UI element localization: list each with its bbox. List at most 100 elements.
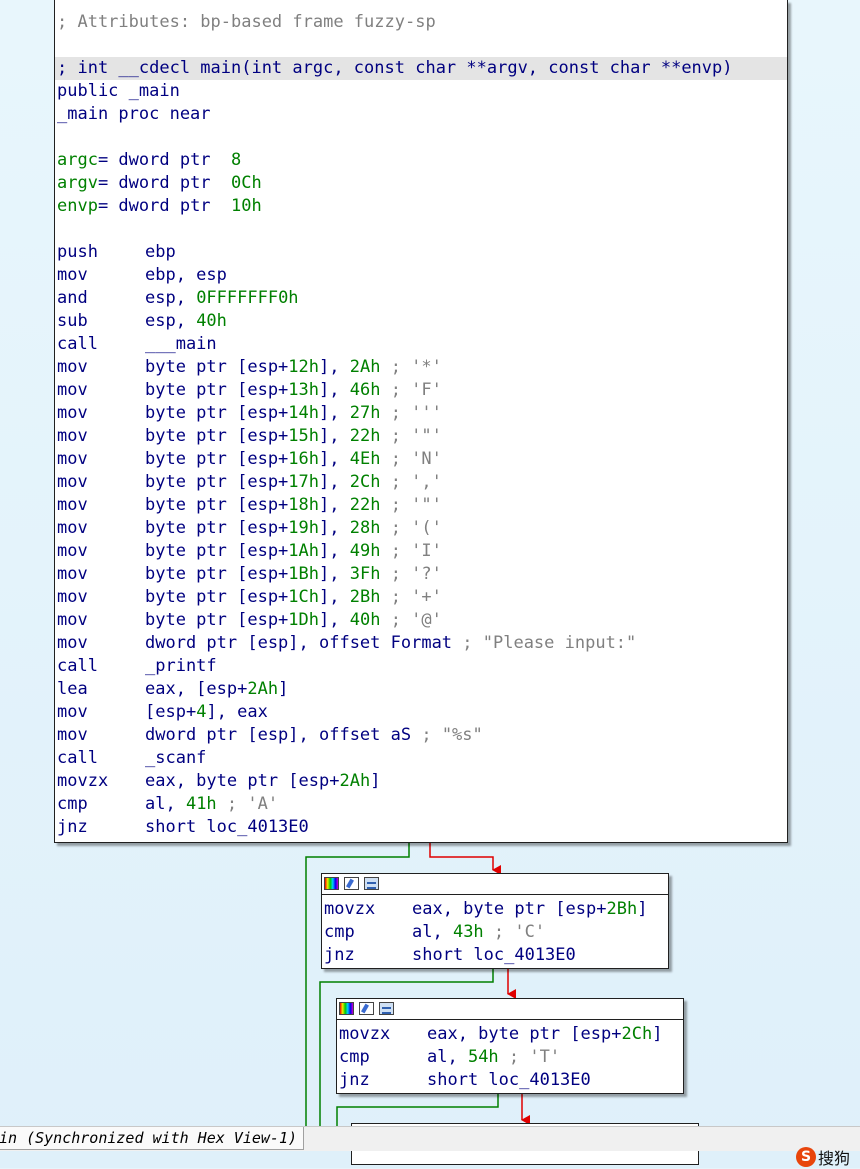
numeric-operand: 27h [349, 403, 381, 423]
instruction-line[interactable]: cmp al, 54h ; 'T' [337, 1046, 683, 1069]
numeric-operand: 4 [196, 702, 207, 722]
instruction-line[interactable]: push ebp [55, 241, 787, 264]
operand: ] [652, 1024, 663, 1044]
operand: byte ptr [esp+ [145, 564, 289, 584]
operand: esp, [145, 311, 197, 331]
instruction-line[interactable]: movzx eax, byte ptr [esp+2Ah] [55, 770, 787, 793]
operand: ], [319, 610, 350, 630]
mnemonic: cmp [324, 922, 355, 942]
basic-block-3[interactable]: movzx eax, byte ptr [esp+2Ch] cmp al, 54h ;… [336, 998, 684, 1094]
instruction-line[interactable]: sub esp, 40h [55, 310, 787, 333]
inline-comment: ; "Please input:" [452, 633, 637, 653]
instruction-line[interactable]: mov byte ptr [esp+17h], 2Ch ; ',' [55, 471, 787, 494]
numeric-operand: 2Bh [606, 899, 638, 919]
inline-comment: ; '(' [380, 518, 442, 538]
instruction-line[interactable]: mov byte ptr [esp+1Bh], 3Fh ; '?' [55, 563, 787, 586]
instruction-line[interactable]: mov byte ptr [esp+1Ah], 49h ; 'I' [55, 540, 787, 563]
instruction-line[interactable]: mov ebp, esp [55, 264, 787, 287]
operand: byte ptr [esp+ [145, 380, 289, 400]
instruction-line[interactable]: mov byte ptr [esp+18h], 22h ; '"' [55, 494, 787, 517]
mnemonic: mov [57, 610, 88, 630]
instruction-line[interactable]: mov [esp+4], eax [55, 701, 787, 724]
mnemonic: jnz [324, 945, 355, 965]
instruction-line[interactable]: movzx eax, byte ptr [esp+2Bh] [322, 898, 668, 921]
instruction-line[interactable]: mov byte ptr [esp+15h], 22h ; '"' [55, 425, 787, 448]
numeric-operand: 54h [467, 1047, 499, 1067]
operand: byte ptr [esp+ [145, 518, 289, 538]
mnemonic: mov [57, 495, 88, 515]
operand: eax, [esp+ [145, 679, 248, 699]
mnemonic: mov [57, 380, 88, 400]
instruction-line[interactable]: mov byte ptr [esp+1Ch], 2Bh ; '+' [55, 586, 787, 609]
list-view-icon[interactable] [379, 1002, 394, 1015]
numeric-operand: 13h [288, 380, 320, 400]
instruction-line[interactable]: call _printf [55, 655, 787, 678]
operand: short loc_4013E0 [145, 817, 309, 837]
instruction-line[interactable]: and esp, 0FFFFFFF0h [55, 287, 787, 310]
numeric-operand: 4Eh [349, 449, 381, 469]
operand: _scanf [145, 748, 207, 768]
operand: ], [319, 518, 350, 538]
instruction-line[interactable]: movzx eax, byte ptr [esp+2Ch] [337, 1023, 683, 1046]
mnemonic: call [57, 748, 98, 768]
mnemonic: jnz [339, 1070, 370, 1090]
list-view-icon[interactable] [364, 877, 379, 890]
instruction-line[interactable]: mov byte ptr [esp+13h], 46h ; 'F' [55, 379, 787, 402]
inline-comment: ; '"' [380, 426, 442, 446]
directive-line: public _main [55, 80, 787, 103]
instruction-line[interactable]: mov dword ptr [esp], offset Format ; "Ple… [55, 632, 787, 655]
var-name: argv [57, 173, 98, 193]
color-palette-icon[interactable] [324, 877, 339, 890]
instruction-line[interactable]: mov dword ptr [esp], offset aS ; "%s" [55, 724, 787, 747]
numeric-operand: 43h [452, 922, 484, 942]
mnemonic: movzx [57, 771, 109, 791]
inline-comment: ; '@' [380, 610, 442, 630]
operand: ebp, esp [145, 265, 227, 285]
instruction-line[interactable]: cmp al, 41h ; 'A' [55, 793, 787, 816]
inline-comment: ; 'F' [380, 380, 442, 400]
instruction-line[interactable]: call _scanf [55, 747, 787, 770]
mnemonic: call [57, 656, 98, 676]
numeric-operand: 3Fh [349, 564, 381, 584]
instruction-line[interactable]: jnz short loc_4013E0 [55, 816, 787, 839]
basic-block-2[interactable]: movzx eax, byte ptr [esp+2Bh] cmp al, 43h ;… [321, 873, 669, 969]
operand: byte ptr [esp+ [145, 541, 289, 561]
instruction-line[interactable]: mov byte ptr [esp+14h], 27h ; ''' [55, 402, 787, 425]
instruction-line[interactable]: mov byte ptr [esp+1Dh], 40h ; '@' [55, 609, 787, 632]
instruction-line[interactable]: cmp al, 43h ; 'C' [322, 921, 668, 944]
mnemonic: and [57, 288, 88, 308]
operand: ], eax [206, 702, 268, 722]
numeric-operand: 1Dh [288, 610, 320, 630]
operand: ], [319, 587, 350, 607]
instruction-line[interactable]: mov byte ptr [esp+19h], 28h ; '(' [55, 517, 787, 540]
instruction-line[interactable]: call ___main [55, 333, 787, 356]
color-palette-icon[interactable] [339, 1002, 354, 1015]
mnemonic: mov [57, 449, 88, 469]
mnemonic: mov [57, 403, 88, 423]
operand: ] [278, 679, 289, 699]
numeric-operand: 19h [288, 518, 320, 538]
directive-line: _main proc near [55, 103, 787, 126]
numeric-operand: 18h [288, 495, 320, 515]
edit-block-icon[interactable] [344, 877, 359, 890]
numeric-operand: 15h [288, 426, 320, 446]
instruction-line[interactable]: mov byte ptr [esp+12h], 2Ah ; '*' [55, 356, 787, 379]
operand: ], [319, 403, 350, 423]
edit-block-icon[interactable] [359, 1002, 374, 1015]
instruction-line[interactable]: jnz short loc_4013E0 [322, 944, 668, 967]
instruction-line[interactable]: jnz short loc_4013E0 [337, 1069, 683, 1092]
ime-indicator[interactable]: S 搜狗 [796, 1146, 850, 1168]
operand: eax, byte ptr [esp+ [412, 899, 607, 919]
operand: dword ptr [esp], offset Format [145, 633, 453, 653]
main-basic-block[interactable]: ; Attributes: bp-based frame fuzzy-sp ; i… [54, 0, 788, 843]
numeric-operand: 17h [288, 472, 320, 492]
operand: al, [145, 794, 186, 814]
operand: ] [370, 771, 381, 791]
inline-comment: ; 'N' [380, 449, 442, 469]
instruction-line[interactable]: lea eax, [esp+2Ah] [55, 678, 787, 701]
view-sync-tab[interactable]: in (Synchronized with Hex View-1) [0, 1127, 305, 1150]
edge-false-main-to-b2 [429, 843, 501, 875]
instruction-line[interactable]: mov byte ptr [esp+16h], 4Eh ; 'N' [55, 448, 787, 471]
operand: short loc_4013E0 [427, 1070, 591, 1090]
